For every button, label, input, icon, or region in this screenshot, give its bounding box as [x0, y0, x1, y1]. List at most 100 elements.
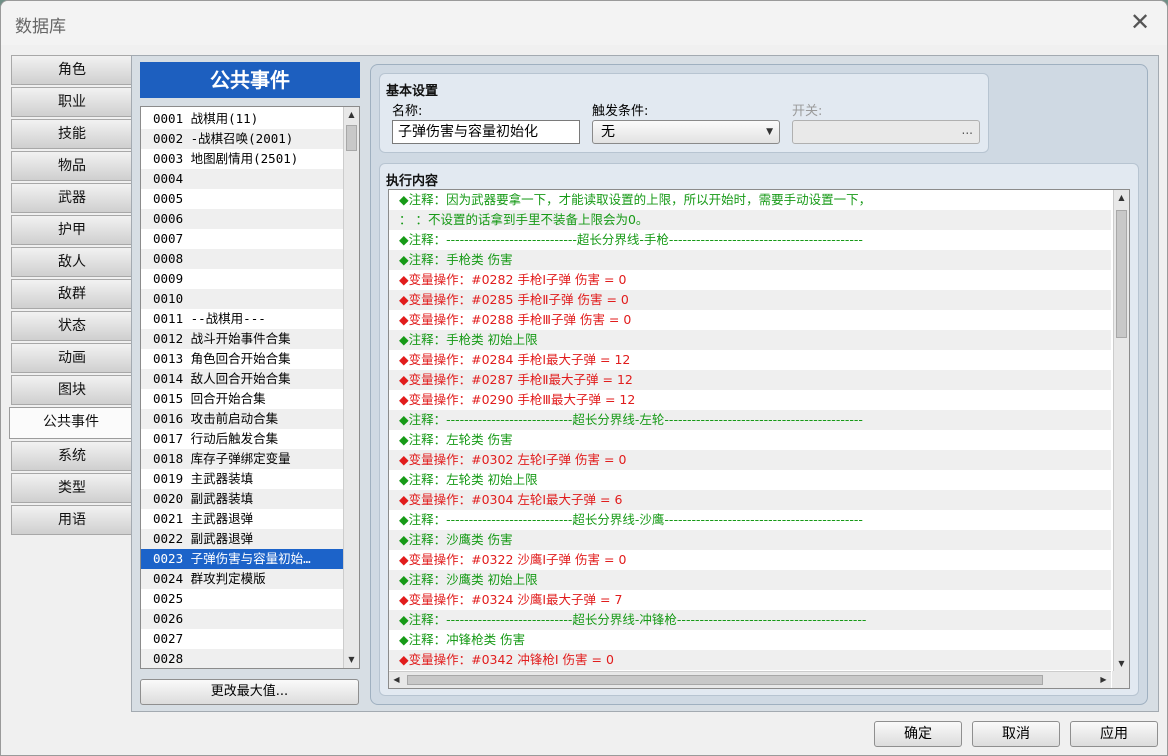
- command-row[interactable]: ： ：不设置的话拿到手里不装备上限会为0。: [389, 210, 1111, 230]
- list-item[interactable]: 0024 群攻判定模版: [141, 569, 343, 589]
- command-row[interactable]: ◆注释：左轮类 初始上限: [389, 470, 1111, 490]
- tab-10[interactable]: 图块: [11, 375, 132, 405]
- event-detail-panel: 基本设置 名称: 子弹伤害与容量初始化 触发条件: 无 ▼ 开关: ... 执行…: [370, 64, 1148, 705]
- tab-1[interactable]: 职业: [11, 87, 132, 117]
- list-item[interactable]: 0018 库存子弹绑定变量: [141, 449, 343, 469]
- command-horizontal-scrollbar[interactable]: ◀ ▶: [389, 671, 1111, 688]
- tab-4[interactable]: 武器: [11, 183, 132, 213]
- tab-2[interactable]: 技能: [11, 119, 132, 149]
- chevron-down-icon: ▼: [766, 127, 773, 137]
- command-row[interactable]: ◆注释：手枪类 初始上限: [389, 330, 1111, 350]
- command-row[interactable]: ◆注释：----------------------------超长分界线-左轮…: [389, 410, 1111, 430]
- name-field[interactable]: 子弹伤害与容量初始化: [392, 120, 580, 144]
- basic-settings-title: 基本设置: [386, 84, 439, 99]
- tab-11[interactable]: 公共事件: [9, 407, 132, 439]
- scroll-thumb[interactable]: [346, 125, 357, 151]
- list-item[interactable]: 0026: [141, 609, 343, 629]
- command-list[interactable]: ◆注释：因为武器要拿一下，才能读取设置的上限，所以开始时，需要手动设置一下，： …: [388, 189, 1130, 689]
- list-item[interactable]: 0007: [141, 229, 343, 249]
- command-row[interactable]: ◆注释：----------------------------超长分界线-冲锋…: [389, 610, 1111, 630]
- list-item[interactable]: 0014 敌人回合开始合集: [141, 369, 343, 389]
- list-item[interactable]: 0005: [141, 189, 343, 209]
- trigger-select[interactable]: 无 ▼: [592, 120, 780, 144]
- command-row[interactable]: ◆变量操作：#0282 手枪Ⅰ子弹 伤害 = 0: [389, 270, 1111, 290]
- command-row[interactable]: ◆变量操作：#0285 手枪Ⅱ子弹 伤害 = 0: [389, 290, 1111, 310]
- list-item[interactable]: 0013 角色回合开始合集: [141, 349, 343, 369]
- list-item[interactable]: 0004: [141, 169, 343, 189]
- tab-3[interactable]: 物品: [11, 151, 132, 181]
- command-row[interactable]: ◆注释：----------------------------超长分界线-沙鹰…: [389, 510, 1111, 530]
- command-row[interactable]: ◆变量操作：#0284 手枪Ⅰ最大子弹 = 12: [389, 350, 1111, 370]
- title-bar: 数据库 ✕: [1, 1, 1167, 45]
- cancel-button[interactable]: 取消: [972, 721, 1060, 747]
- list-item[interactable]: 0023 子弹伤害与容量初始…: [141, 549, 343, 569]
- scroll-thumb[interactable]: [407, 675, 1043, 685]
- list-item[interactable]: 0003 地图剧情用(2501): [141, 149, 343, 169]
- list-item[interactable]: 0027: [141, 629, 343, 649]
- change-max-button[interactable]: 更改最大值...: [140, 679, 359, 705]
- list-item[interactable]: 0020 副武器装填: [141, 489, 343, 509]
- command-row[interactable]: ◆注释：左轮类 伤害: [389, 430, 1111, 450]
- command-row[interactable]: ◆变量操作：#0322 沙鹰Ⅰ子弹 伤害 = 0: [389, 550, 1111, 570]
- trigger-value: 无: [601, 124, 615, 140]
- list-item[interactable]: 0017 行动后触发合集: [141, 429, 343, 449]
- list-item[interactable]: 0001 战棋用(11): [141, 109, 343, 129]
- list-item[interactable]: 0010: [141, 289, 343, 309]
- tab-6[interactable]: 敌人: [11, 247, 132, 277]
- ok-button[interactable]: 确定: [874, 721, 962, 747]
- common-events-scrollbar[interactable]: ▲ ▼: [343, 107, 359, 668]
- list-item[interactable]: 0025: [141, 589, 343, 609]
- category-tabs: 角色 职业 技能 物品 武器 护甲 敌人 敌群 状态 动画 图块 公共事件 系统 类型 用语: [9, 55, 132, 537]
- list-item[interactable]: 0021 主武器退弹: [141, 509, 343, 529]
- command-row[interactable]: ◆变量操作：#0302 左轮Ⅰ子弹 伤害 = 0: [389, 450, 1111, 470]
- list-item[interactable]: 0016 攻击前启动合集: [141, 409, 343, 429]
- list-item[interactable]: 0006: [141, 209, 343, 229]
- tab-7[interactable]: 敌群: [11, 279, 132, 309]
- scroll-thumb[interactable]: [1116, 210, 1127, 338]
- command-vertical-scrollbar[interactable]: ▲ ▼: [1113, 190, 1129, 672]
- command-row[interactable]: ◆注释：沙鹰类 初始上限: [389, 570, 1111, 590]
- command-row[interactable]: ◆变量操作：#0288 手枪Ⅲ子弹 伤害 = 0: [389, 310, 1111, 330]
- command-row[interactable]: ◆变量操作：#0342 冲锋枪Ⅰ 伤害 = 0: [389, 650, 1111, 670]
- command-row[interactable]: ◆注释：沙鹰类 伤害: [389, 530, 1111, 550]
- close-icon[interactable]: ✕: [1127, 9, 1153, 35]
- content-panel: 公共事件 0001 战棋用(11) 0002 -战棋召唤(2001) 0003 地图…: [131, 55, 1159, 712]
- command-row[interactable]: ◆注释：因为武器要拿一下，才能读取设置的上限，所以开始时，需要手动设置一下，: [389, 190, 1111, 210]
- tab-14[interactable]: 用语: [11, 505, 132, 535]
- command-row[interactable]: ◆注释：冲锋枪类 伤害: [389, 630, 1111, 650]
- tab-12[interactable]: 系统: [11, 441, 132, 471]
- database-window: 数据库 ✕ 角色 职业 技能 物品 武器 护甲 敌人 敌群 状态 动画 图块 公共事件 系统 类型 用语 公…: [0, 0, 1168, 756]
- switch-browse-button: ...: [961, 123, 973, 137]
- window-title: 数据库: [15, 17, 66, 37]
- list-item[interactable]: 0022 副武器退弹: [141, 529, 343, 549]
- scroll-up-arrow-icon[interactable]: ▲: [1114, 190, 1129, 206]
- command-row[interactable]: ◆注释：-----------------------------超长分界线-手…: [389, 230, 1111, 250]
- scroll-up-arrow-icon[interactable]: ▲: [344, 107, 359, 123]
- tab-13[interactable]: 类型: [11, 473, 132, 503]
- apply-button[interactable]: 应用: [1070, 721, 1158, 747]
- common-events-list[interactable]: 0001 战棋用(11) 0002 -战棋召唤(2001) 0003 地图剧情用(2…: [140, 106, 360, 669]
- list-item[interactable]: 0012 战斗开始事件合集: [141, 329, 343, 349]
- list-item[interactable]: 0028: [141, 649, 343, 668]
- command-row[interactable]: ◆变量操作：#0287 手枪Ⅱ最大子弹 = 12: [389, 370, 1111, 390]
- list-item[interactable]: 0019 主武器装填: [141, 469, 343, 489]
- scroll-left-arrow-icon[interactable]: ◀: [389, 672, 404, 688]
- command-row[interactable]: ◆注释：手枪类 伤害: [389, 250, 1111, 270]
- list-item[interactable]: 0008: [141, 249, 343, 269]
- command-items: ◆注释：因为武器要拿一下，才能读取设置的上限，所以开始时，需要手动设置一下，： …: [389, 190, 1111, 670]
- tab-9[interactable]: 动画: [11, 343, 132, 373]
- list-item[interactable]: 0015 回合开始合集: [141, 389, 343, 409]
- scroll-down-arrow-icon[interactable]: ▼: [344, 652, 359, 668]
- list-item[interactable]: 0002 -战棋召唤(2001): [141, 129, 343, 149]
- command-row[interactable]: ◆变量操作：#0304 左轮Ⅰ最大子弹 = 6: [389, 490, 1111, 510]
- scroll-right-arrow-icon[interactable]: ▶: [1096, 672, 1111, 688]
- command-row[interactable]: ◆变量操作：#0324 沙鹰Ⅰ最大子弹 = 7: [389, 590, 1111, 610]
- list-item[interactable]: 0009: [141, 269, 343, 289]
- tab-0[interactable]: 角色: [11, 55, 132, 85]
- command-row[interactable]: ◆变量操作：#0290 手枪Ⅲ最大子弹 = 12: [389, 390, 1111, 410]
- switch-field: ...: [792, 120, 980, 144]
- tab-8[interactable]: 状态: [11, 311, 132, 341]
- list-item[interactable]: 0011 --战棋用---: [141, 309, 343, 329]
- scroll-down-arrow-icon[interactable]: ▼: [1114, 656, 1129, 672]
- tab-5[interactable]: 护甲: [11, 215, 132, 245]
